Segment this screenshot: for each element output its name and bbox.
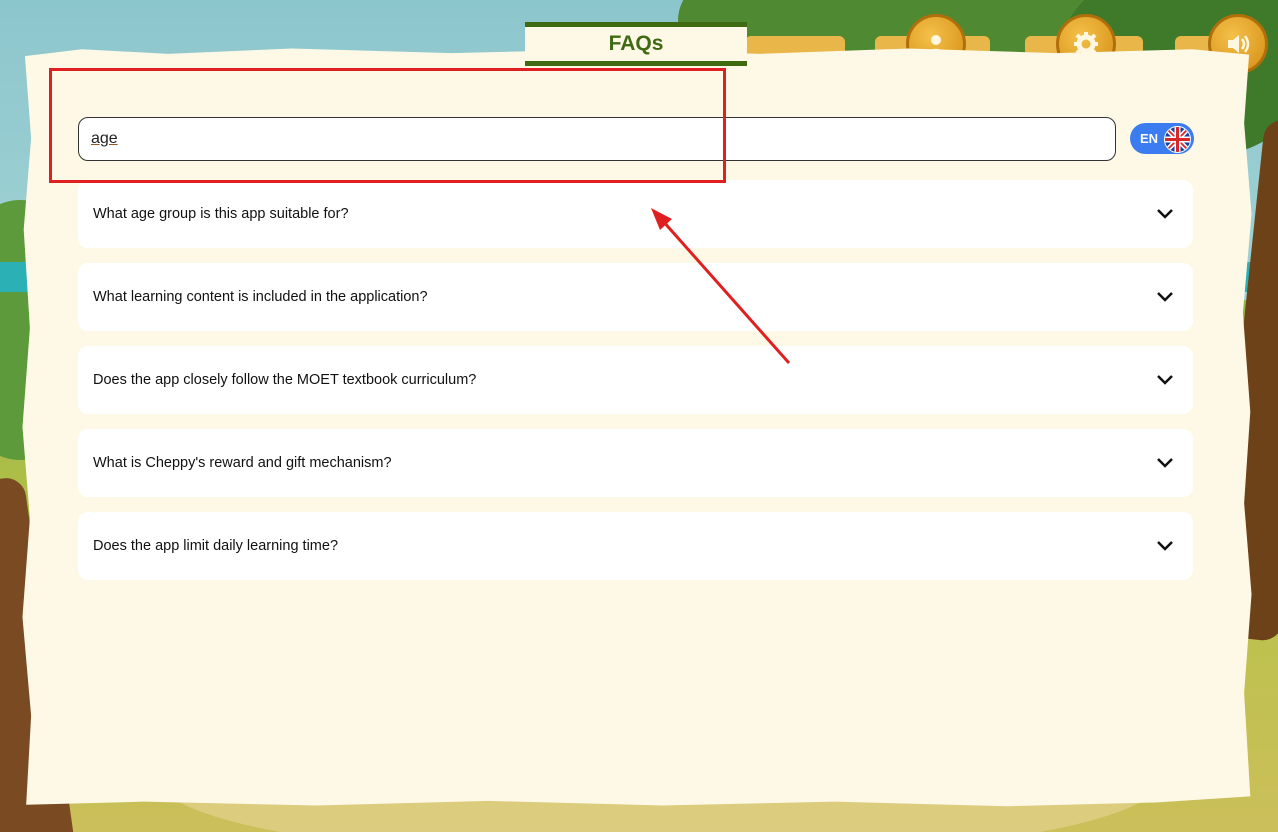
faq-question: What age group is this app suitable for? [93, 206, 349, 222]
faq-question: What learning content is included in the… [93, 289, 428, 305]
annotation-highlight-box [49, 68, 726, 183]
faq-question: Does the app limit daily learning time? [93, 538, 339, 554]
faq-item[interactable]: Does the app limit daily learning time? [78, 512, 1193, 580]
faq-question: Does the app closely follow the MOET tex… [93, 372, 477, 388]
faq-item[interactable]: What is Cheppy's reward and gift mechani… [78, 429, 1193, 497]
chevron-down-icon [1155, 536, 1175, 556]
chevron-down-icon [1155, 204, 1175, 224]
uk-flag-icon [1164, 126, 1191, 153]
chevron-down-icon [1155, 287, 1175, 307]
chevron-down-icon [1155, 370, 1175, 390]
language-toggle[interactable]: EN [1130, 123, 1194, 154]
language-code: EN [1140, 131, 1159, 146]
page-title-banner: FAQs [525, 22, 747, 66]
faq-item[interactable]: What learning content is included in the… [78, 263, 1193, 331]
faq-item[interactable]: Does the app closely follow the MOET tex… [78, 346, 1193, 414]
faq-item[interactable]: What age group is this app suitable for? [78, 180, 1193, 248]
page-title: FAQs [608, 32, 664, 55]
chevron-down-icon [1155, 453, 1175, 473]
faq-question: What is Cheppy's reward and gift mechani… [93, 455, 392, 471]
